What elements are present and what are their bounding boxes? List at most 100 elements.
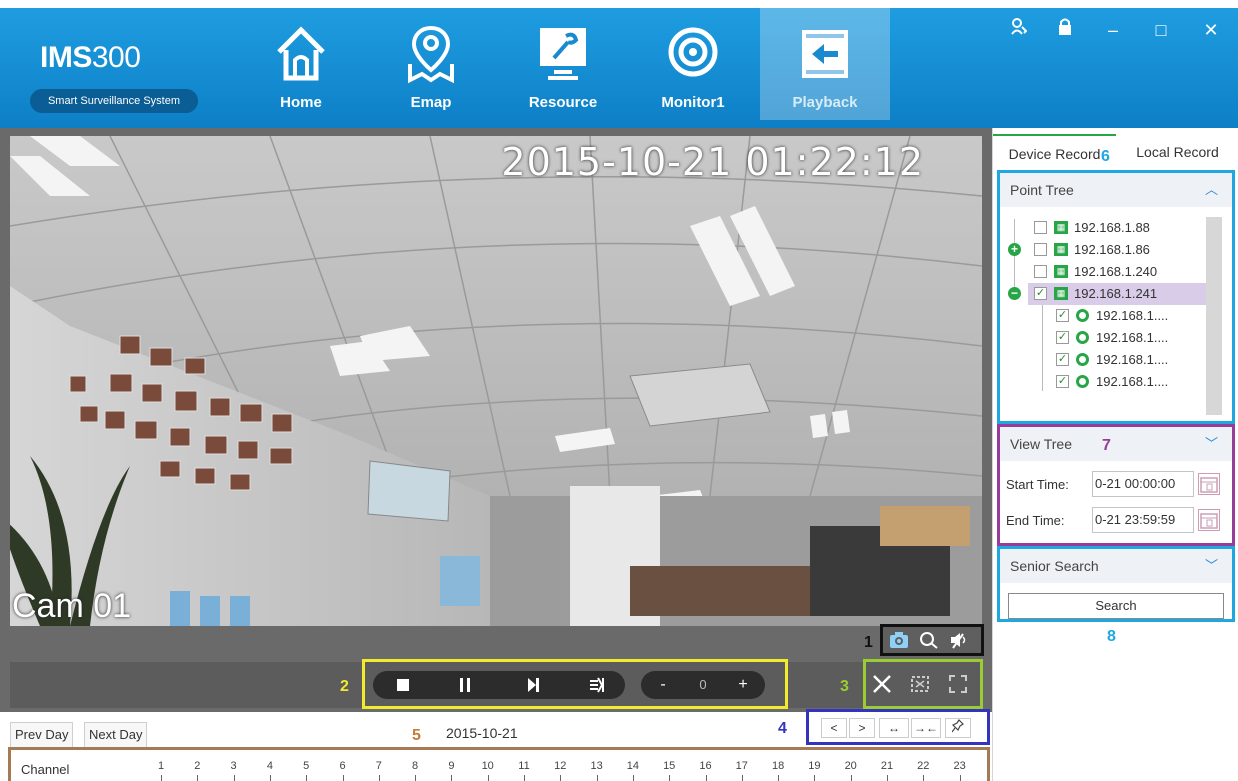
node-label: 192.168.1.... [1096, 308, 1169, 323]
camera-frame-image [10, 136, 982, 626]
pause-button[interactable] [445, 671, 485, 699]
node-checkbox-checked[interactable]: ✓ [1056, 375, 1069, 388]
snapshot-icon[interactable] [889, 631, 909, 654]
node-label: 192.168.1.... [1096, 374, 1169, 389]
speed-down-button[interactable]: - [651, 671, 675, 699]
nav-home[interactable]: Home [236, 8, 366, 120]
view-tree-header[interactable]: View Tree ﹀ [1000, 427, 1232, 461]
hour-label: 9 [448, 760, 455, 772]
hour-label: 11 [518, 760, 530, 772]
senior-search-section: Senior Search ﹀ Search [997, 546, 1235, 622]
minimize-button[interactable]: – [1098, 18, 1128, 42]
expand-plus-icon[interactable]: + [1008, 243, 1021, 256]
home-icon [277, 26, 325, 81]
mute-icon[interactable] [949, 631, 969, 654]
stop-icon [397, 679, 409, 691]
hour-tick [161, 775, 162, 781]
node-label: 192.168.1.240 [1074, 264, 1158, 279]
annotation-1: 1 [864, 634, 873, 651]
close-button[interactable]: ✕ [1196, 18, 1226, 42]
speed-up-button[interactable]: + [731, 671, 755, 699]
node-label: 192.168.1.241 [1074, 286, 1158, 301]
tree-node-device[interactable]: ▦ 192.168.1.88 [1000, 217, 1200, 239]
play-controls-group: - 0 + [362, 659, 788, 709]
maximize-button[interactable]: □ [1146, 18, 1176, 42]
step-forward-button[interactable] [513, 671, 553, 699]
timeline-shrink-button[interactable]: →← [911, 718, 941, 738]
lock-icon[interactable] [1050, 18, 1080, 42]
user-icon[interactable] [1004, 18, 1034, 42]
hour-tick [669, 775, 671, 781]
hour-tick [306, 775, 308, 781]
collapse-minus-icon[interactable]: − [1008, 287, 1021, 300]
annotation-4: 4 [778, 720, 787, 737]
camera-lens-icon [668, 27, 718, 77]
hour-label: 22 [917, 760, 930, 772]
zoom-icon[interactable] [919, 631, 939, 654]
video-view[interactable]: 2015-10-21 01:22:12 Cam 01 [10, 136, 982, 626]
nav-playback[interactable]: Playback [760, 8, 890, 120]
search-button[interactable]: Search [1008, 593, 1224, 619]
senior-search-header[interactable]: Senior Search ﹀ [1000, 549, 1232, 583]
hour-tick [850, 775, 852, 781]
nav-monitor1[interactable]: Monitor1 [628, 8, 758, 120]
channel-timeline[interactable]: Channel 1 2 3 4 5 6 7 8 9 10 11 12 13 14 15 16 17 18 19 20 2… [8, 747, 990, 781]
tree-node-channel[interactable]: ✓ 192.168.1.... [1000, 349, 1210, 371]
tree-node-channel[interactable]: ✓ 192.168.1.... [1000, 371, 1210, 393]
chevron-up-icon[interactable]: ︿ [1205, 173, 1218, 207]
node-checkbox[interactable] [1034, 221, 1047, 234]
tab-device-record[interactable]: Device Record [993, 134, 1116, 166]
chevron-down-icon[interactable]: ﹀ [1205, 427, 1218, 461]
fullscreen-icon[interactable] [948, 674, 968, 699]
next-day-button[interactable]: Next Day [84, 722, 148, 748]
tree-node-device[interactable]: + ▦ 192.168.1.86 [1000, 239, 1200, 261]
nav-resource[interactable]: Resource [498, 8, 628, 120]
node-checkbox[interactable] [1034, 243, 1047, 256]
timeline-prev-button[interactable]: < [821, 718, 847, 738]
close-playback-icon[interactable] [872, 674, 892, 699]
speed-value: 0 [699, 677, 707, 692]
tree-node-channel[interactable]: ✓ 192.168.1.... [1000, 327, 1210, 349]
osd-timestamp: 2015-10-21 01:22:12 [501, 140, 924, 184]
end-time-field[interactable]: 0-21 23:59:59 [1092, 507, 1194, 533]
node-checkbox-checked[interactable]: ✓ [1056, 353, 1069, 366]
tree-node-channel[interactable]: ✓ 192.168.1.... [1000, 305, 1210, 327]
tree-node-device-selected[interactable]: ✓ ▦ 192.168.1.241 [1028, 283, 1206, 305]
nav-home-label: Home [280, 94, 322, 111]
hour-label: 14 [626, 760, 640, 772]
nav-monitor1-label: Monitor1 [661, 94, 725, 111]
tree-scrollbar[interactable] [1206, 217, 1222, 415]
stop-button[interactable] [383, 671, 423, 699]
timeline-date: 2015-10-21 [446, 725, 518, 741]
hour-tick [342, 775, 344, 781]
nav-emap[interactable]: Emap [366, 8, 496, 120]
hour-tick [887, 775, 888, 781]
frame-step-icon [590, 677, 604, 693]
calendar-icon[interactable] [1198, 509, 1220, 531]
node-checkbox-checked[interactable]: ✓ [1034, 287, 1047, 300]
node-checkbox[interactable] [1034, 265, 1047, 278]
frame-step-button[interactable] [577, 671, 617, 699]
top-header: IMS300 Smart Surveillance System Home Em… [0, 8, 1238, 128]
point-tree-header[interactable]: Point Tree ︿ [1000, 173, 1232, 207]
start-time-field[interactable]: 0-21 00:00:00 [1092, 471, 1194, 497]
node-label: 192.168.1.88 [1074, 220, 1150, 235]
hour-label: 18 [771, 760, 785, 772]
node-checkbox-checked[interactable]: ✓ [1056, 309, 1069, 322]
chevron-down-icon[interactable]: ﹀ [1205, 549, 1218, 583]
timeline-next-button[interactable]: > [849, 718, 875, 738]
start-time-label: Start Time: [1006, 477, 1069, 492]
wrench-monitor-icon [540, 28, 586, 80]
calendar-icon[interactable] [1198, 473, 1220, 495]
tree-node-device[interactable]: ▦ 192.168.1.240 [1000, 261, 1200, 283]
tab-local-record[interactable]: Local Record [1116, 134, 1238, 166]
clip-icon[interactable] [910, 674, 930, 699]
point-tree-title: Point Tree [1010, 182, 1074, 198]
hour-tick [923, 775, 925, 781]
osd-camera-name: Cam 01 [12, 587, 132, 625]
prev-day-button[interactable]: Prev Day [10, 722, 74, 748]
timeline-pin-button[interactable] [945, 718, 971, 738]
hour-label: 2 [194, 760, 201, 772]
node-checkbox-checked[interactable]: ✓ [1056, 331, 1069, 344]
timeline-expand-button[interactable]: ↔ [879, 718, 909, 738]
